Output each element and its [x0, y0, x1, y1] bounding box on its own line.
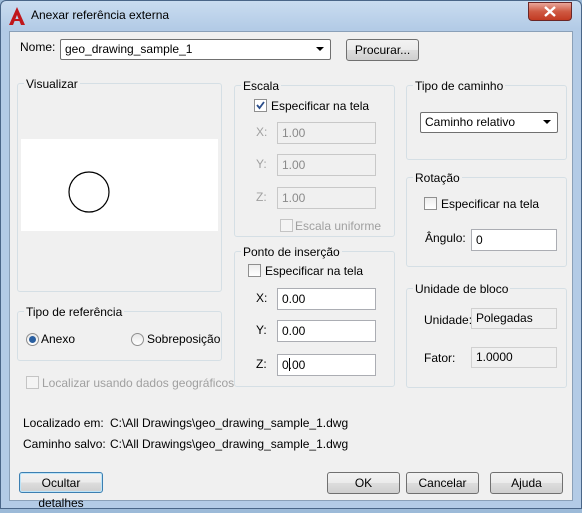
- preview-title: Visualizar: [24, 77, 80, 91]
- path-type-title: Tipo de caminho: [413, 79, 506, 93]
- saved-path-label: Caminho salvo:: [23, 437, 106, 451]
- text-caret: [289, 358, 290, 371]
- preview-canvas: [21, 139, 218, 231]
- dialog-window: Anexar referência externa Nome: geo_draw…: [0, 0, 582, 510]
- geo-locate-checkbox[interactable]: [26, 376, 39, 389]
- insertion-y-input[interactable]: 0.00: [277, 320, 376, 342]
- insertion-y-label: Y:: [256, 323, 267, 337]
- factor-value: 1.0000: [471, 347, 557, 368]
- checkmark-icon: [256, 101, 265, 110]
- found-in-label: Localizado em:: [23, 416, 104, 430]
- block-unit-group: Unidade de bloco: [406, 282, 567, 388]
- rotation-group: Rotação: [406, 171, 567, 267]
- autocad-app-icon: [9, 7, 25, 25]
- help-button[interactable]: Ajuda: [490, 472, 563, 494]
- angle-label: Ângulo:: [425, 231, 466, 245]
- cancel-button[interactable]: Cancelar: [406, 472, 479, 494]
- rotation-specify-checkbox[interactable]: [424, 197, 437, 210]
- scale-specify-label: Especificar na tela: [271, 99, 370, 113]
- insertion-z-label: Z:: [256, 357, 267, 371]
- chevron-down-icon: [543, 120, 551, 124]
- geo-locate-label: Localizar usando dados geográficos: [42, 376, 235, 390]
- insertion-specify-checkbox[interactable]: [248, 264, 261, 277]
- name-combobox-value: geo_drawing_sample_1: [65, 42, 193, 56]
- scale-y-input[interactable]: 1.00: [277, 154, 376, 176]
- name-combobox[interactable]: geo_drawing_sample_1: [60, 39, 331, 60]
- uniform-scale-checkbox[interactable]: [280, 219, 293, 232]
- close-icon: [544, 6, 556, 17]
- unit-value: Polegadas: [471, 308, 557, 329]
- insertion-x-input[interactable]: 0.00: [277, 288, 376, 310]
- scale-y-label: Y:: [256, 157, 267, 171]
- insertion-title: Ponto de inserção: [241, 245, 342, 259]
- found-in-value: C:\All Drawings\geo_drawing_sample_1.dwg: [110, 416, 349, 430]
- path-type-combobox[interactable]: Caminho relativo: [420, 112, 558, 133]
- unit-label: Unidade:: [424, 313, 473, 327]
- scale-x-input[interactable]: 1.00: [277, 122, 376, 144]
- preview-circle-drawing: [68, 171, 110, 213]
- factor-label: Fator:: [424, 351, 456, 365]
- scale-x-label: X:: [256, 125, 268, 139]
- browse-button[interactable]: Procurar...: [346, 39, 419, 61]
- attach-label[interactable]: Anexo: [41, 332, 75, 346]
- hide-details-button[interactable]: Ocultar detalhes: [19, 472, 103, 510]
- rotation-title: Rotação: [413, 171, 462, 185]
- insertion-specify-label: Especificar na tela: [265, 264, 364, 278]
- ok-button[interactable]: OK: [327, 472, 400, 494]
- chevron-down-icon: [316, 47, 324, 51]
- rotation-specify-label: Especificar na tela: [441, 197, 540, 211]
- ref-type-title: Tipo de referência: [24, 305, 125, 319]
- uniform-scale-label: Escala uniforme: [295, 219, 382, 233]
- close-button[interactable]: [528, 2, 572, 21]
- scale-z-input[interactable]: 1.00: [277, 187, 376, 209]
- dialog-body: Nome: geo_drawing_sample_1 Procurar... V…: [9, 31, 573, 510]
- insertion-z-input[interactable]: 0.00: [277, 354, 376, 376]
- path-type-value: Caminho relativo: [425, 115, 516, 129]
- overlay-radio[interactable]: [131, 333, 144, 346]
- scale-specify-checkbox[interactable]: [254, 99, 267, 112]
- insertion-x-label: X:: [256, 291, 268, 305]
- window-title: Anexar referência externa: [31, 8, 170, 22]
- overlay-label[interactable]: Sobreposição: [147, 332, 220, 346]
- name-label: Nome:: [20, 40, 56, 54]
- angle-input[interactable]: 0: [471, 229, 557, 251]
- attach-radio[interactable]: [26, 333, 39, 346]
- saved-path-value: C:\All Drawings\geo_drawing_sample_1.dwg: [110, 437, 349, 451]
- block-unit-title: Unidade de bloco: [413, 282, 511, 296]
- scale-title: Escala: [241, 79, 282, 93]
- title-bar[interactable]: Anexar referência externa: [1, 1, 581, 31]
- scale-z-label: Z:: [256, 190, 267, 204]
